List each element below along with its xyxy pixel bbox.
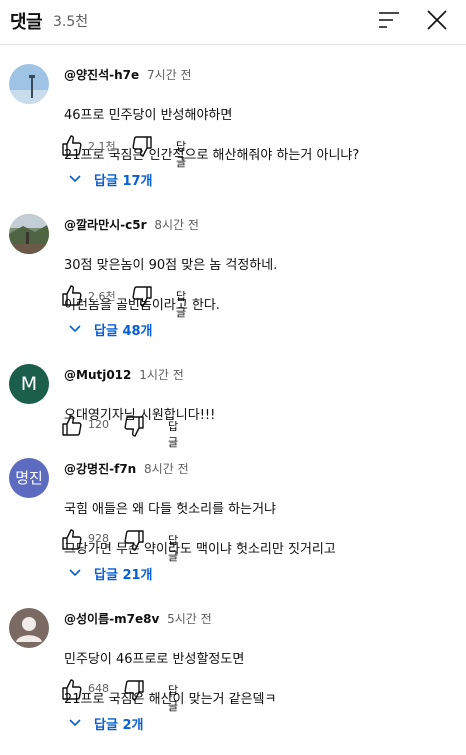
thumbs-down-icon[interactable] <box>130 134 154 158</box>
comment-meta: @강명진-f7n 8시간 전 <box>64 460 189 477</box>
reply-button[interactable]: 답글 <box>172 136 190 172</box>
default-user-icon <box>9 608 49 648</box>
comment-time[interactable]: 8시간 전 <box>154 218 199 232</box>
comment-text-line: 국힘 애들은 왜 다들 헛소리를 하는거냐 <box>64 502 277 517</box>
thumbs-down-icon[interactable] <box>122 414 146 438</box>
comment-time[interactable]: 5시간 전 <box>167 612 212 626</box>
sort-icon[interactable] <box>378 10 400 30</box>
comment-text-line: 30점 맞은놈이 90점 맞은 놈 걱정하네. <box>64 258 278 273</box>
chevron-down-icon <box>69 569 81 577</box>
replies-count: 답글 17개 <box>94 174 153 189</box>
avatar-letter: 명진 <box>15 469 43 487</box>
comment-time[interactable]: 1시간 전 <box>139 368 184 382</box>
comment-author[interactable]: @Mutj012 <box>64 368 131 382</box>
avatar[interactable] <box>9 608 49 648</box>
replies-count: 답글 2개 <box>94 718 144 733</box>
thumbs-down-icon[interactable] <box>122 528 146 552</box>
comments-title: 댓글 <box>10 12 43 33</box>
comments-count: 3.5천 <box>53 14 89 30</box>
avatar[interactable]: 명진 <box>9 458 49 498</box>
avatar[interactable]: M <box>9 364 49 404</box>
comment-time[interactable]: 8시간 전 <box>144 462 189 476</box>
close-icon[interactable] <box>425 8 449 32</box>
like-count: 120 <box>88 418 109 431</box>
lamp-post-photo-icon <box>9 64 49 104</box>
replies-count: 답글 48개 <box>94 324 153 339</box>
chevron-down-icon <box>69 325 81 333</box>
replies-count: 답글 21개 <box>94 568 153 583</box>
thumbs-up-icon[interactable] <box>60 414 84 438</box>
comment-time[interactable]: 7시간 전 <box>147 68 192 82</box>
thumbs-up-icon[interactable] <box>60 134 84 158</box>
reply-button[interactable]: 답글 <box>164 530 182 566</box>
avatar[interactable] <box>9 214 49 254</box>
reply-button[interactable]: 답글 <box>164 416 182 452</box>
reply-button[interactable]: 답글 <box>172 286 190 322</box>
reply-button[interactable]: 답글 <box>164 680 182 716</box>
comment-author[interactable]: @양진석-h7e <box>64 68 139 82</box>
like-count: 648 <box>88 682 109 695</box>
like-count: 2.6천 <box>88 290 116 303</box>
comment-author[interactable]: @깔라만시-c5r <box>64 218 147 232</box>
like-count: 2.1천 <box>88 140 116 153</box>
chevron-down-icon <box>69 719 81 727</box>
comment-meta: @Mutj012 1시간 전 <box>64 366 184 383</box>
thumbs-up-icon[interactable] <box>60 284 84 308</box>
thumbs-down-icon[interactable] <box>122 678 146 702</box>
comments-header: 댓글 3.5천 <box>0 0 466 45</box>
avatar[interactable] <box>9 64 49 104</box>
comment-meta: @성이름-m7e8v 5시간 전 <box>64 610 212 627</box>
comment-text-line: 46프로 민주당이 반성해야하면 <box>64 108 233 123</box>
thumbs-down-icon[interactable] <box>130 284 154 308</box>
like-count: 928 <box>88 532 109 545</box>
avatar-letter: M <box>20 373 38 395</box>
chevron-down-icon <box>69 175 81 183</box>
comment-author[interactable]: @성이름-m7e8v <box>64 612 159 626</box>
comment-meta: @깔라만시-c5r 8시간 전 <box>64 216 199 233</box>
thumbs-up-icon[interactable] <box>60 678 84 702</box>
thumbs-up-icon[interactable] <box>60 528 84 552</box>
comment-meta: @양진석-h7e 7시간 전 <box>64 66 192 83</box>
comment-author[interactable]: @강명진-f7n <box>64 462 136 476</box>
landscape-photo-icon <box>9 214 49 254</box>
comment-text-line: 민주당이 46프로로 반성할정도면 <box>64 652 245 667</box>
